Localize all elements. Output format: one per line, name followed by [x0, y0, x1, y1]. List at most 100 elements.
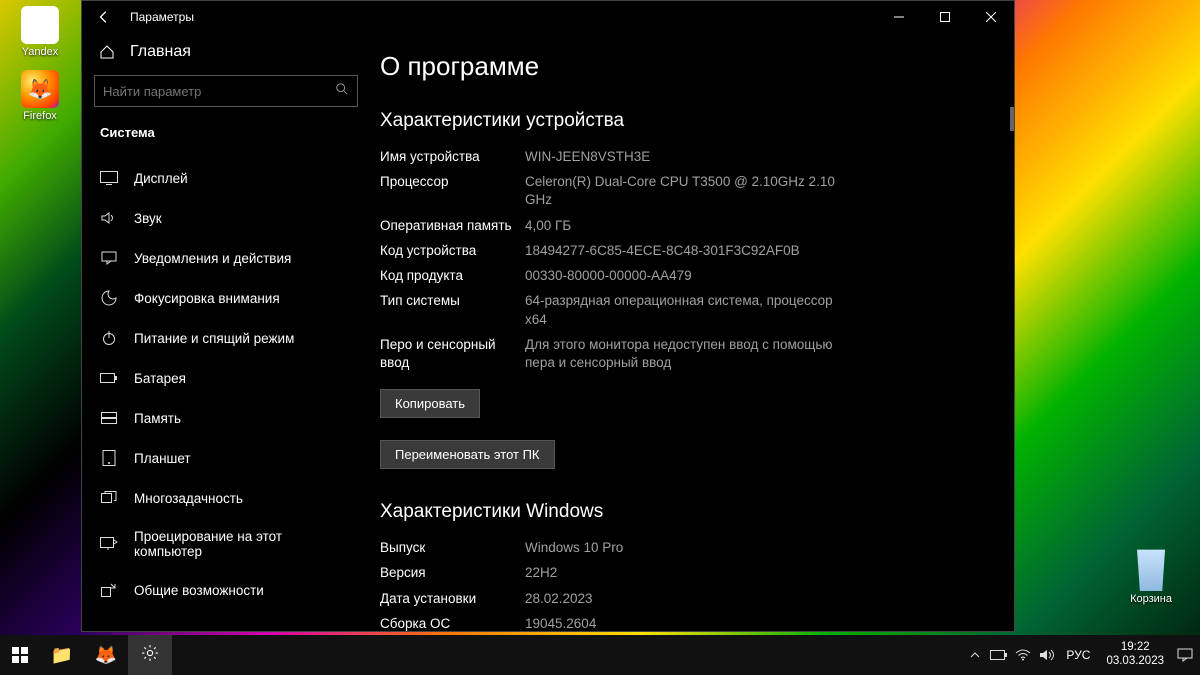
desktop-icon-label: Корзина: [1130, 593, 1172, 605]
taskbar-file-explorer[interactable]: 📁: [40, 635, 84, 675]
spec-row: Оперативная память4,00 ГБ: [380, 217, 990, 235]
sidebar-item-multitask[interactable]: Многозадачность: [90, 478, 362, 518]
windows-spec-heading: Характеристики Windows: [380, 501, 990, 523]
spec-value: 4,00 ГБ: [525, 217, 571, 235]
settings-content[interactable]: О программе Характеристики устройства Им…: [370, 33, 1014, 631]
projecting-icon: [100, 535, 118, 553]
spec-value: 28.02.2023: [525, 590, 593, 608]
minimize-button[interactable]: [876, 1, 922, 33]
spec-key: Процессор: [380, 173, 525, 209]
spec-key: Выпуск: [380, 539, 525, 557]
focus-assist-icon: [100, 289, 118, 307]
taskbar: 📁 🦊 РУС 19:22 03.03.2023: [0, 635, 1200, 675]
spec-value: 19045.2604: [525, 615, 596, 631]
display-icon: [100, 169, 118, 187]
storage-icon: [100, 409, 118, 427]
battery-icon[interactable]: [990, 646, 1008, 664]
spec-key: Версия: [380, 564, 525, 582]
copy-button[interactable]: Копировать: [380, 389, 480, 418]
desktop-icon-label: Firefox: [23, 110, 57, 122]
spec-row: ПроцессорCeleron(R) Dual-Core CPU T3500 …: [380, 173, 990, 209]
sidebar-item-label: Общие возможности: [134, 583, 264, 598]
back-button[interactable]: [92, 5, 116, 29]
spec-row: Тип системы64-разрядная операционная сис…: [380, 292, 990, 328]
window-title: Параметры: [130, 10, 194, 24]
window-titlebar[interactable]: Параметры: [82, 1, 1014, 33]
language-indicator[interactable]: РУС: [1062, 648, 1094, 662]
yandex-icon: Y: [21, 6, 59, 44]
sidebar-item-projecting[interactable]: Проецирование на этот компьютер: [90, 518, 362, 570]
maximize-button[interactable]: [922, 1, 968, 33]
sidebar-item-notifications[interactable]: Уведомления и действия: [90, 238, 362, 278]
spec-value: 22H2: [525, 564, 557, 582]
desktop-icon-firefox[interactable]: 🦊 Firefox: [10, 70, 70, 122]
minimize-icon: [894, 12, 904, 22]
home-icon: [98, 43, 116, 61]
scrollbar-thumb[interactable]: [1010, 107, 1014, 131]
spec-value: 64-разрядная операционная система, проце…: [525, 292, 845, 328]
tray-chevron-icon[interactable]: [966, 646, 984, 664]
folder-icon: 📁: [51, 645, 73, 666]
taskbar-firefox[interactable]: 🦊: [84, 635, 128, 675]
sound-icon: [100, 209, 118, 227]
spec-key: Код устройства: [380, 242, 525, 260]
spec-row: Код продукта00330-80000-00000-AA479: [380, 267, 990, 285]
rename-pc-button[interactable]: Переименовать этот ПК: [380, 440, 555, 469]
home-label: Главная: [130, 43, 191, 61]
taskbar-clock[interactable]: 19:22 03.03.2023: [1100, 641, 1170, 669]
spec-row: Сборка ОС19045.2604: [380, 615, 990, 631]
sidebar-item-display[interactable]: Дисплей: [90, 158, 362, 198]
firefox-icon: 🦊: [21, 70, 59, 108]
power-icon: [100, 329, 118, 347]
sidebar-item-shared[interactable]: Общие возможности: [90, 570, 362, 610]
sidebar-item-label: Уведомления и действия: [134, 251, 291, 266]
volume-icon[interactable]: [1038, 646, 1056, 664]
sidebar-item-power[interactable]: Питание и спящий режим: [90, 318, 362, 358]
sidebar-item-storage[interactable]: Память: [90, 398, 362, 438]
search-icon: [335, 82, 349, 101]
settings-window: Параметры Главная Система ДисплейЗвукУве…: [81, 0, 1015, 632]
device-spec-heading: Характеристики устройства: [380, 110, 990, 132]
spec-key: Сборка ОС: [380, 615, 525, 631]
desktop-icon-recycle-bin[interactable]: Корзина: [1130, 545, 1172, 605]
spec-row: Версия22H2: [380, 564, 990, 582]
spec-value: Для этого монитора недоступен ввод с пом…: [525, 336, 845, 372]
start-button[interactable]: [0, 635, 40, 675]
gear-icon: [141, 644, 159, 667]
back-arrow-icon: [97, 10, 111, 24]
sidebar-item-tablet[interactable]: Планшет: [90, 438, 362, 478]
sidebar-item-label: Проецирование на этот компьютер: [134, 529, 352, 559]
close-button[interactable]: [968, 1, 1014, 33]
spec-row: ВыпускWindows 10 Pro: [380, 539, 990, 557]
windows-logo-icon: [12, 647, 28, 663]
taskbar-settings[interactable]: [128, 635, 172, 675]
sidebar-item-label: Питание и спящий режим: [134, 331, 294, 346]
spec-row: Перо и сенсорный вводДля этого монитора …: [380, 336, 990, 372]
sidebar-item-sound[interactable]: Звук: [90, 198, 362, 238]
recycle-bin-icon: [1131, 545, 1171, 591]
spec-row: Дата установки28.02.2023: [380, 590, 990, 608]
spec-value: WIN-JEEN8VSTH3E: [525, 148, 650, 166]
spec-value: Windows 10 Pro: [525, 539, 623, 557]
action-center-icon[interactable]: [1176, 646, 1194, 664]
spec-key: Оперативная память: [380, 217, 525, 235]
home-button[interactable]: Главная: [90, 33, 362, 75]
search-input[interactable]: [103, 84, 335, 99]
spec-value: Celeron(R) Dual-Core CPU T3500 @ 2.10GHz…: [525, 173, 845, 209]
search-box[interactable]: [94, 75, 358, 107]
close-icon: [986, 12, 996, 22]
sidebar-item-label: Многозадачность: [134, 491, 243, 506]
spec-value: 00330-80000-00000-AA479: [525, 267, 692, 285]
spec-row: Имя устройстваWIN-JEEN8VSTH3E: [380, 148, 990, 166]
spec-key: Перо и сенсорный ввод: [380, 336, 525, 372]
sidebar-item-focus-assist[interactable]: Фокусировка внимания: [90, 278, 362, 318]
clock-date: 03.03.2023: [1106, 655, 1164, 669]
sidebar-item-battery[interactable]: Батарея: [90, 358, 362, 398]
sidebar-item-label: Планшет: [134, 451, 191, 466]
firefox-icon: 🦊: [95, 645, 117, 666]
spec-key: Имя устройства: [380, 148, 525, 166]
wifi-icon[interactable]: [1014, 646, 1032, 664]
multitask-icon: [100, 489, 118, 507]
desktop-icon-yandex[interactable]: Y Yandex: [10, 6, 70, 58]
notifications-icon: [100, 249, 118, 267]
